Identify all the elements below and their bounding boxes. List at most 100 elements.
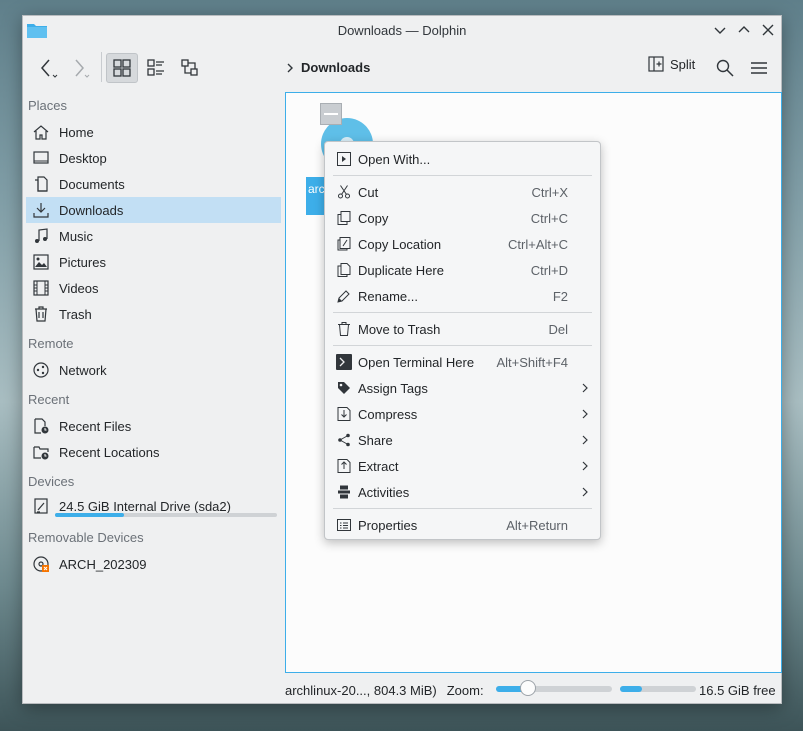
menu-separator	[333, 508, 592, 509]
menu-item-copy[interactable]: Copy Ctrl+C	[326, 205, 599, 231]
menu-separator	[333, 175, 592, 176]
copy-location-icon	[337, 237, 351, 251]
open-with-icon	[337, 152, 351, 166]
menu-shortcut: F2	[552, 288, 568, 304]
sidebar-item-label: Network	[59, 362, 107, 378]
menu-shortcut: Ctrl+Alt+C	[508, 236, 568, 252]
menu-label: Rename...	[358, 288, 418, 304]
sidebar-item-label: Videos	[59, 280, 99, 296]
sidebar-item-label: Trash	[59, 306, 92, 322]
menu-shortcut: Ctrl+C	[530, 210, 568, 226]
recent-locations-icon	[33, 446, 49, 460]
recent-section-title: Recent	[28, 392, 70, 407]
menu-label: Open Terminal Here	[358, 354, 475, 370]
menu-item-compress[interactable]: Compress	[326, 401, 599, 427]
chevron-right-icon	[582, 487, 588, 497]
picture-icon	[33, 254, 49, 270]
sidebar-item-trash[interactable]: Trash	[26, 301, 281, 327]
split-label: Split	[670, 56, 696, 72]
details-view-icon	[181, 59, 198, 76]
sidebar-item-music[interactable]: Music	[26, 223, 281, 249]
menu-item-activities[interactable]: Activities	[326, 479, 599, 505]
hard-drive-icon	[34, 498, 48, 514]
menu-item-copy-location[interactable]: Copy Location Ctrl+Alt+C	[326, 231, 599, 257]
copy-icon	[337, 211, 351, 225]
split-view-icon	[648, 56, 664, 72]
menu-item-move-to-trash[interactable]: Move to Trash Del	[326, 316, 599, 342]
menu-item-open-with[interactable]: Open With...	[326, 146, 599, 172]
sidebar-item-network[interactable]: Network	[26, 357, 281, 383]
hamburger-menu-button[interactable]	[745, 53, 773, 83]
trash-icon	[35, 306, 47, 322]
pencil-icon	[337, 290, 350, 303]
menu-item-rename[interactable]: Rename... F2	[326, 283, 599, 309]
sidebar-item-recent-locations[interactable]: Recent Locations	[26, 439, 281, 465]
close-icon[interactable]	[760, 22, 776, 38]
title-bar[interactable]: Downloads — Dolphin	[23, 16, 781, 46]
sidebar-item-desktop[interactable]: Desktop	[26, 145, 281, 171]
documents-icon	[35, 176, 48, 192]
chevron-right-icon	[582, 435, 588, 445]
sidebar-item-recent-files[interactable]: Recent Files	[26, 413, 281, 439]
chevron-right-icon	[582, 409, 588, 419]
scissors-icon	[338, 185, 350, 199]
hamburger-menu-icon	[751, 62, 767, 74]
sidebar-item-label: Recent Files	[59, 418, 132, 434]
menu-item-open-terminal[interactable]: Open Terminal Here Alt+Shift+F4	[326, 349, 599, 375]
chevron-right-icon	[582, 461, 588, 471]
selection-toggle-icon[interactable]	[320, 103, 342, 125]
details-view-button[interactable]	[174, 53, 206, 83]
sidebar-item-label: Recent Locations	[59, 444, 160, 460]
maximize-icon[interactable]	[736, 22, 752, 38]
back-arrow-icon	[41, 59, 58, 78]
menu-separator	[333, 312, 592, 313]
menu-label: Duplicate Here	[358, 262, 444, 278]
free-space-bar	[620, 686, 696, 692]
recent-files-icon	[34, 418, 49, 434]
sidebar-item-videos[interactable]: Videos	[26, 275, 281, 301]
sidebar-item-documents[interactable]: Documents	[26, 171, 281, 197]
zoom-slider[interactable]	[496, 680, 612, 696]
forward-button[interactable]	[65, 53, 95, 83]
context-menu: Open With... Cut Ctrl+X Copy Ctrl+C Copy…	[324, 141, 601, 540]
toolbar: Downloads Split	[23, 46, 781, 88]
menu-shortcut: Ctrl+X	[531, 184, 568, 200]
icons-view-icon	[113, 59, 131, 77]
sidebar-item-downloads[interactable]: Downloads	[26, 197, 281, 223]
chevron-right-icon	[582, 383, 588, 393]
menu-label: Copy Location	[358, 236, 442, 252]
menu-label: Open With...	[358, 151, 431, 167]
sidebar-item-label: Downloads	[59, 202, 124, 218]
breadcrumb-current[interactable]: Downloads	[301, 60, 370, 75]
zoom-label: Zoom:	[446, 682, 484, 698]
menu-item-assign-tags[interactable]: Assign Tags	[326, 375, 599, 401]
sidebar-item-pictures[interactable]: Pictures	[26, 249, 281, 275]
sidebar-item-label: 24.5 GiB Internal Drive (sda2)	[59, 498, 231, 514]
film-icon	[33, 280, 49, 296]
menu-label: Properties	[358, 517, 418, 533]
menu-label: Cut	[358, 184, 379, 200]
back-button[interactable]	[33, 53, 63, 83]
menu-label: Move to Trash	[358, 321, 441, 337]
menu-item-duplicate[interactable]: Duplicate Here Ctrl+D	[326, 257, 599, 283]
menu-item-extract[interactable]: Extract	[326, 453, 599, 479]
icons-view-button[interactable]	[106, 53, 138, 83]
menu-item-cut[interactable]: Cut Ctrl+X	[326, 179, 599, 205]
sidebar-item-home[interactable]: Home	[26, 119, 281, 145]
menu-item-properties[interactable]: Properties Alt+Return	[326, 512, 599, 538]
menu-label: Copy	[358, 210, 389, 226]
compact-view-button[interactable]	[140, 53, 172, 83]
trash-icon	[338, 322, 350, 336]
breadcrumb[interactable]: Downloads	[285, 60, 370, 75]
remote-section-title: Remote	[28, 336, 74, 351]
minimize-icon[interactable]	[712, 22, 728, 38]
menu-item-share[interactable]: Share	[326, 427, 599, 453]
split-button[interactable]: Split	[648, 56, 695, 72]
search-button[interactable]	[711, 53, 739, 83]
sidebar-item-label: Home	[59, 124, 94, 140]
menu-shortcut: Del	[548, 321, 568, 337]
desktop-icon	[33, 151, 49, 164]
window-title: Downloads — Dolphin	[337, 23, 467, 38]
home-icon	[33, 125, 49, 140]
sidebar-item-arch-disc[interactable]: ARCH_202309	[26, 551, 281, 577]
